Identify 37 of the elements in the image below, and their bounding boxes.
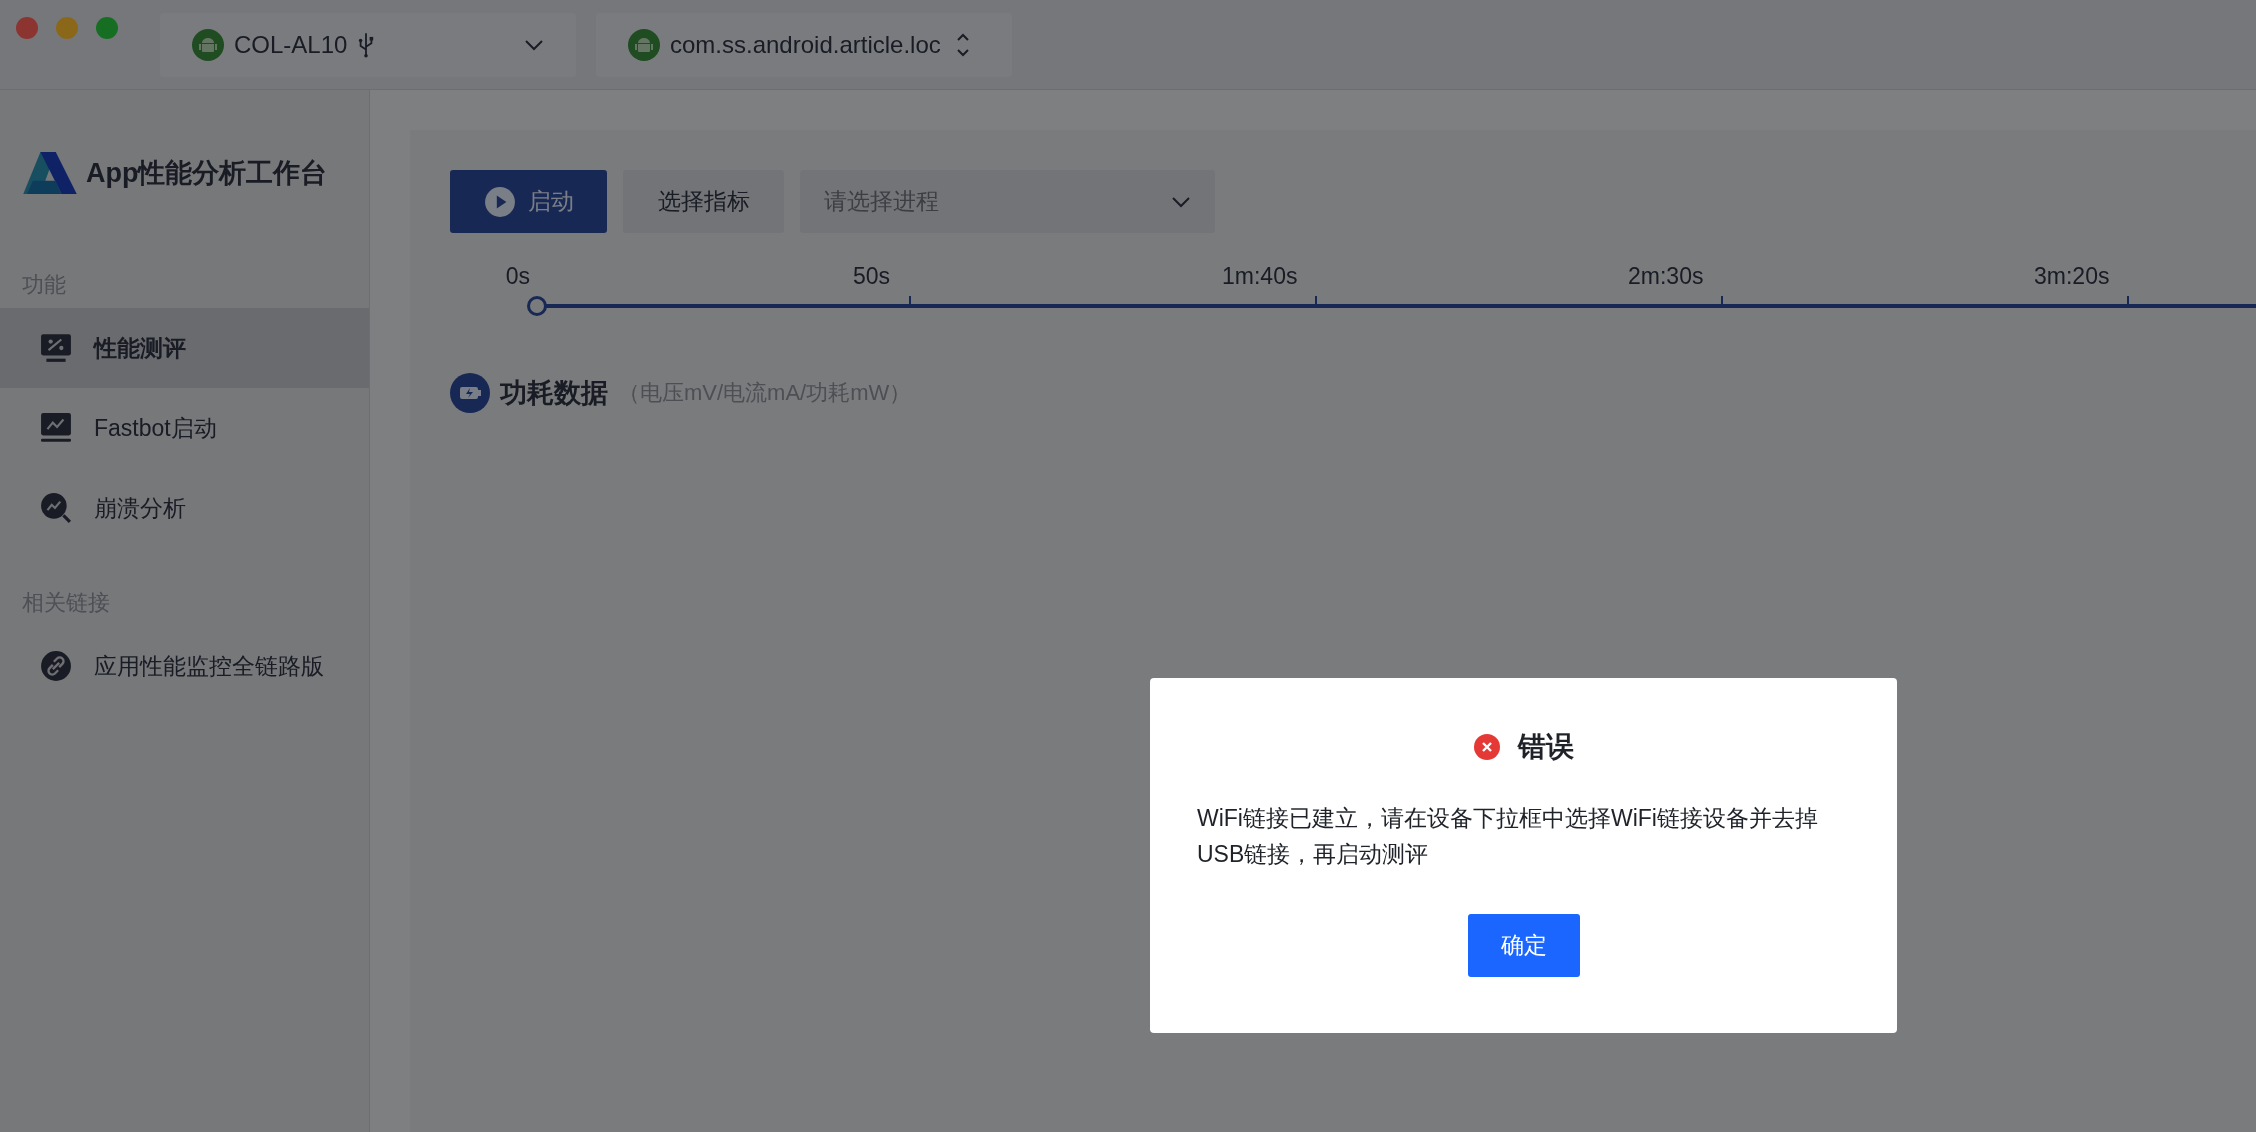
time-label: 2m:30s (1628, 263, 1702, 290)
device-name: COL-AL10 (234, 30, 348, 59)
battery-icon (450, 373, 490, 413)
android-icon (192, 28, 224, 61)
device-select[interactable]: COL-AL10 (160, 12, 576, 77)
logo-icon (22, 152, 78, 194)
monitor-icon (40, 332, 72, 364)
dialog-title: 错误 (1518, 730, 1574, 764)
timeline-handle[interactable] (527, 296, 547, 316)
time-label: 50s (851, 263, 890, 290)
section-title: 功耗数据 (500, 377, 608, 410)
app-package-name: com.ss.android.article.loc (670, 30, 941, 59)
sidebar-item[interactable]: 应用性能监控全链路版 (0, 626, 369, 706)
error-icon (1474, 734, 1500, 760)
select-metrics-button[interactable]: 选择指标 (623, 170, 784, 233)
play-icon (483, 185, 516, 218)
confirm-button[interactable]: 确定 (1468, 914, 1580, 977)
link-icon (40, 650, 72, 682)
app-title: App性能分析工作台 (86, 157, 328, 190)
dialog-message: WiFi链接已建立，请在设备下拉框中选择WiFi链接设备并去掉USB链接，再启动测评 (1197, 804, 1819, 869)
time-label: 1m:40s (1222, 263, 1296, 290)
start-button[interactable]: 启动 (450, 170, 607, 233)
time-label: 0s (504, 263, 530, 290)
chevron-down-icon (1171, 196, 1191, 208)
sidebar-item[interactable]: 性能测评 (0, 308, 369, 388)
time-label: 3m:20s (2034, 263, 2108, 290)
app-select[interactable]: com.ss.android.article.loc (596, 12, 1012, 77)
android-icon (628, 28, 660, 61)
usb-icon (357, 30, 376, 59)
close-window-button[interactable] (16, 16, 38, 39)
minimize-window-button[interactable] (56, 16, 78, 39)
maximize-window-button[interactable] (96, 16, 118, 39)
chart-icon (40, 412, 72, 444)
sidebar-item[interactable]: Fastbot启动 (0, 388, 369, 468)
chevron-down-icon (524, 38, 544, 51)
sidebar-item[interactable]: 崩溃分析 (0, 468, 369, 548)
magnifier-chart-icon (40, 492, 72, 524)
